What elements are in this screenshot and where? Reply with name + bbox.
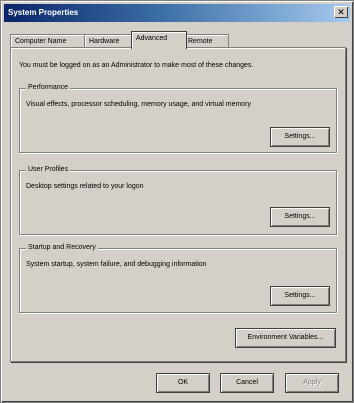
user-profiles-group-title: User Profiles bbox=[26, 166, 71, 173]
environment-variables-button[interactable]: Environment Variables... bbox=[235, 328, 336, 348]
startup-recovery-group-title: Startup and Recovery bbox=[26, 244, 98, 251]
admin-notice: You must be logged on as an Administrato… bbox=[19, 62, 254, 69]
apply-button[interactable]: Apply bbox=[285, 373, 339, 393]
user-profiles-settings-button[interactable]: Settings... bbox=[270, 207, 330, 227]
tab-computer-name[interactable]: Computer Name bbox=[10, 34, 88, 48]
performance-settings-button[interactable]: Settings... bbox=[270, 127, 330, 147]
system-properties-window: System Properties ✕ Computer Name Hardwa… bbox=[0, 0, 354, 403]
user-profiles-group: User Profiles Desktop settings related t… bbox=[19, 166, 337, 235]
tab-remote[interactable]: Remote bbox=[183, 34, 229, 48]
startup-recovery-group: Startup and Recovery System startup, sys… bbox=[19, 244, 337, 313]
tab-advanced[interactable]: Advanced bbox=[131, 31, 187, 49]
performance-group: Performance Visual effects, processor sc… bbox=[19, 84, 337, 153]
title-bar[interactable]: System Properties ✕ bbox=[4, 4, 350, 22]
user-profiles-description: Desktop settings related to your logon bbox=[26, 183, 144, 190]
tab-hardware[interactable]: Hardware bbox=[84, 34, 136, 48]
window-title: System Properties bbox=[8, 8, 79, 17]
advanced-tab-panel: You must be logged on as an Administrato… bbox=[10, 47, 346, 362]
ok-button[interactable]: OK bbox=[156, 373, 210, 393]
cancel-button[interactable]: Cancel bbox=[220, 373, 274, 393]
startup-recovery-settings-button[interactable]: Settings... bbox=[270, 286, 330, 306]
startup-recovery-description: System startup, system failure, and debu… bbox=[26, 261, 207, 268]
close-icon[interactable]: ✕ bbox=[334, 6, 348, 18]
performance-group-title: Performance bbox=[26, 84, 71, 91]
performance-description: Visual effects, processor scheduling, me… bbox=[26, 101, 252, 108]
